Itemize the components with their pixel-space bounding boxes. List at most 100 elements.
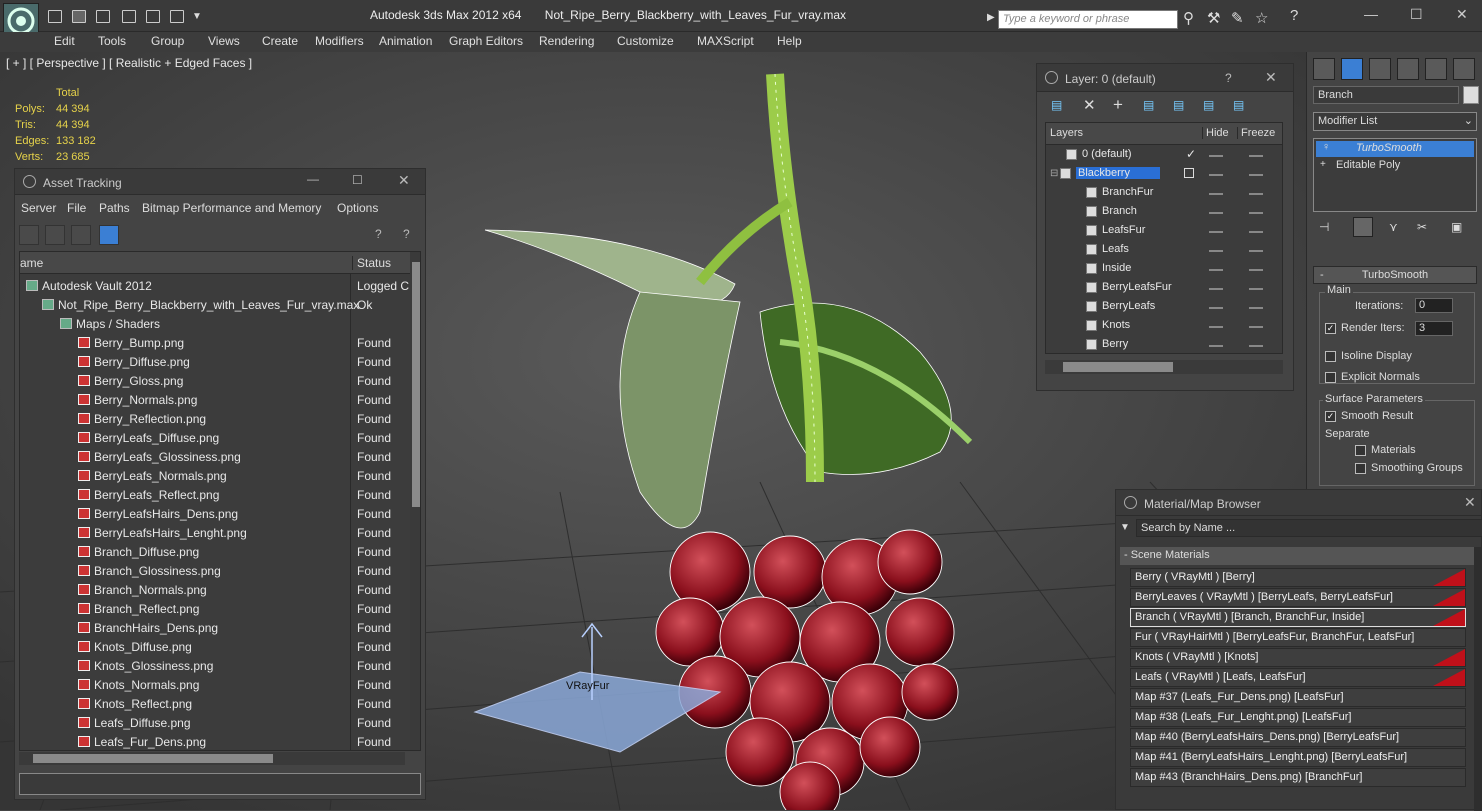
scene-materials-group[interactable]: - Scene Materials [1120, 547, 1478, 565]
undo-icon[interactable] [122, 10, 136, 23]
browser-options-icon[interactable]: ▼ [1120, 522, 1130, 533]
isoline-display-checkbox[interactable]: Isoline Display [1325, 350, 1412, 362]
menu-tools[interactable]: Tools [98, 34, 126, 48]
object-name-field[interactable]: Branch [1313, 86, 1459, 104]
menu-help[interactable]: Help [777, 34, 802, 48]
stack-item-editable-poly[interactable]: Editable Poly [1316, 158, 1474, 174]
render-iters-spinner[interactable]: 3 [1415, 321, 1453, 336]
layer-hscroll-thumb[interactable] [1063, 362, 1173, 372]
collapse-icon[interactable]: ⊟ [1050, 168, 1058, 179]
asset-row[interactable]: BerryLeafs_Glossiness.png Found [20, 448, 410, 467]
asset-menu-paths[interactable]: Paths [99, 201, 130, 215]
layer-row[interactable]: Berry [1046, 336, 1282, 355]
pin-stack-icon[interactable]: ⊣ [1319, 220, 1329, 234]
hide-toggle[interactable] [1209, 193, 1223, 195]
layer-row[interactable]: BerryLeafs [1046, 298, 1282, 317]
material-row[interactable]: Fur ( VRayHairMtl ) [BerryLeafsFur, Bran… [1130, 628, 1466, 647]
hide-toggle[interactable] [1209, 174, 1223, 176]
asset-menu-file[interactable]: File [67, 201, 86, 215]
separate-materials-checkbox[interactable]: Materials [1355, 444, 1416, 456]
open-file-icon[interactable] [72, 10, 86, 23]
menu-graph-editors[interactable]: Graph Editors [449, 34, 523, 48]
detail-view-icon[interactable] [71, 225, 91, 245]
show-end-result-icon[interactable] [1353, 217, 1373, 237]
hold-icon[interactable] [170, 10, 184, 23]
asset-close-icon[interactable]: ✕ [398, 172, 410, 189]
lightbulb-icon[interactable]: ♀ [1322, 141, 1330, 153]
make-current-icon[interactable] [1184, 168, 1194, 178]
favorites-star-icon[interactable]: ☆ [1255, 9, 1268, 27]
material-row[interactable]: Map #38 (Leafs_Fur_Lenght.png) [LeafsFur… [1130, 708, 1466, 727]
communication-icon[interactable]: ✎ [1231, 9, 1244, 27]
freeze-toggle[interactable] [1249, 307, 1263, 309]
hide-toggle[interactable] [1209, 231, 1223, 233]
column-status[interactable]: Status [352, 256, 391, 270]
maximize-window-icon[interactable]: ☐ [1410, 6, 1423, 23]
freeze-toggle[interactable] [1249, 269, 1263, 271]
asset-vscroll-thumb[interactable] [412, 262, 420, 507]
utilities-tab-icon[interactable] [1453, 58, 1475, 80]
explicit-normals-checkbox[interactable]: Explicit Normals [1325, 371, 1420, 383]
asset-row[interactable]: Branch_Glossiness.png Found [20, 562, 410, 581]
layer-row[interactable]: 0 (default) ✓ [1046, 146, 1282, 165]
material-browser-close-icon[interactable]: ✕ [1464, 494, 1476, 511]
display-tab-icon[interactable] [1425, 58, 1447, 80]
refresh-icon[interactable] [19, 225, 39, 245]
hierarchy-tab-icon[interactable] [1369, 58, 1391, 80]
freeze-toggle[interactable] [1249, 155, 1263, 157]
delete-layer-icon[interactable]: ✕ [1083, 96, 1096, 114]
asset-row[interactable]: BerryLeafsHairs_Dens.png Found [20, 505, 410, 524]
layer-row[interactable]: Leafs [1046, 241, 1282, 260]
layer-row[interactable]: Knots [1046, 317, 1282, 336]
asset-row[interactable]: Maps / Shaders [20, 315, 410, 334]
help-search-input[interactable]: Type a keyword or phrase [998, 10, 1178, 29]
column-hide[interactable]: Hide [1202, 127, 1229, 139]
asset-path-field[interactable] [19, 773, 421, 795]
search-expand-icon[interactable]: ▶ [987, 12, 995, 23]
material-row[interactable]: Knots ( VRayMtl ) [Knots] [1130, 648, 1466, 667]
layer-row[interactable]: BranchFur [1046, 184, 1282, 203]
asset-row[interactable]: BerryLeafs_Reflect.png Found [20, 486, 410, 505]
material-row[interactable]: BerryLeaves ( VRayMtl ) [BerryLeafs, Ber… [1130, 588, 1466, 607]
hide-toggle[interactable] [1209, 326, 1223, 328]
turbosmooth-rollout-header[interactable]: - TurboSmooth [1313, 266, 1477, 284]
modifier-list-dropdown[interactable]: Modifier List ⌄ [1313, 112, 1477, 131]
create-tab-icon[interactable] [1313, 58, 1335, 80]
asset-row[interactable]: Knots_Reflect.png Found [20, 695, 410, 714]
hide-toggle[interactable] [1209, 307, 1223, 309]
close-window-icon[interactable]: ✕ [1456, 6, 1468, 23]
hide-toggle[interactable] [1209, 288, 1223, 290]
asset-row[interactable]: Knots_Glossiness.png Found [20, 657, 410, 676]
asset-row[interactable]: Knots_Diffuse.png Found [20, 638, 410, 657]
motion-tab-icon[interactable] [1397, 58, 1419, 80]
asset-row[interactable]: Not_Ripe_Berry_Blackberry_with_Leaves_Fu… [20, 296, 410, 315]
list-view-icon[interactable] [45, 225, 65, 245]
material-row[interactable]: Branch ( VRayMtl ) [Branch, BranchFur, I… [1130, 608, 1466, 627]
redo-icon[interactable] [146, 10, 160, 23]
asset-row[interactable]: Knots_Normals.png Found [20, 676, 410, 695]
menu-maxscript[interactable]: MAXScript [697, 34, 754, 48]
hide-toggle[interactable] [1209, 212, 1223, 214]
column-freeze[interactable]: Freeze [1237, 127, 1275, 139]
layer-row[interactable]: ⊟ Blackberry [1046, 165, 1282, 184]
material-row[interactable]: Map #43 (BranchHairs_Dens.png) [BranchFu… [1130, 768, 1466, 787]
select-objects-icon[interactable]: ▤ [1143, 98, 1154, 112]
material-browser-titlebar[interactable]: Material/Map Browser ✕ [1116, 490, 1481, 516]
asset-row[interactable]: Berry_Normals.png Found [20, 391, 410, 410]
iterations-spinner[interactable]: 0 [1415, 298, 1453, 313]
binoculars-icon[interactable]: ⚲ [1183, 9, 1194, 27]
menu-edit[interactable]: Edit [54, 34, 75, 48]
asset-row[interactable]: Leafs_Diffuse.png Found [20, 714, 410, 733]
freeze-toggle[interactable] [1249, 193, 1263, 195]
render-iters-checkbox[interactable]: ✓ Render Iters: [1325, 322, 1405, 334]
layer-row[interactable]: LeafsFur [1046, 222, 1282, 241]
quick-access-dropdown-icon[interactable]: ▼ [192, 11, 202, 22]
asset-vscrollbar[interactable] [410, 252, 420, 750]
configure-sets-icon[interactable]: ▣ [1451, 220, 1462, 234]
asset-row[interactable]: Leafs_Fur_Dens.png Found [20, 733, 410, 750]
asset-row[interactable]: Branch_Normals.png Found [20, 581, 410, 600]
layer-row[interactable]: BerryLeafsFur [1046, 279, 1282, 298]
asset-row[interactable]: Branch_Reflect.png Found [20, 600, 410, 619]
material-row[interactable]: Berry ( VRayMtl ) [Berry] [1130, 568, 1466, 587]
asset-maximize-icon[interactable]: ☐ [352, 173, 363, 187]
